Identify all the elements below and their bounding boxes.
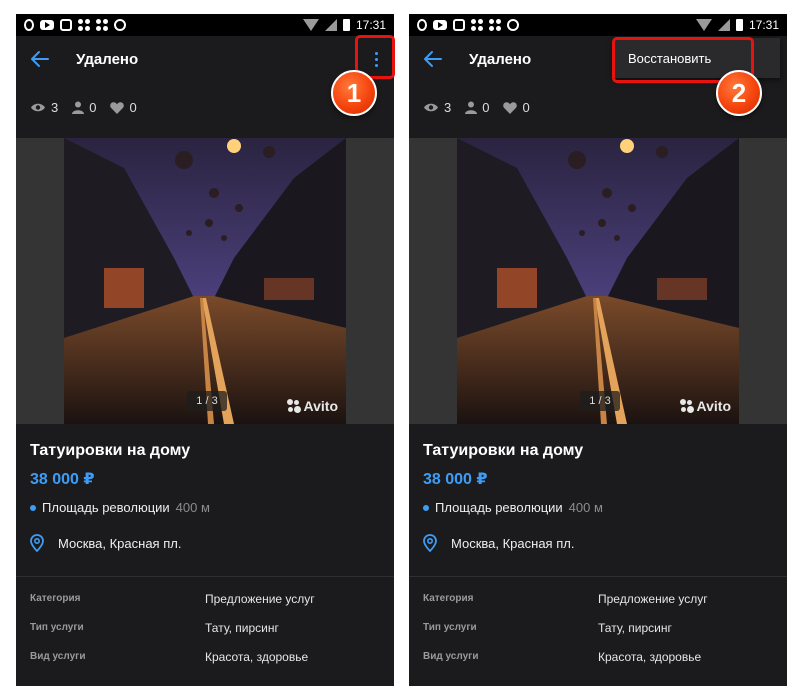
opera-icon bbox=[417, 19, 427, 31]
param-label: Тип услуги bbox=[423, 622, 477, 633]
avito-logo-icon bbox=[679, 399, 694, 413]
param-row-service-type: Тип услуги Тату, пирсинг bbox=[423, 621, 773, 635]
avito-watermark: Avito bbox=[679, 398, 731, 414]
ad-price: 38 000 ₽ bbox=[30, 471, 95, 488]
param-label: Вид услуги bbox=[423, 651, 479, 662]
metro-info: Площадь революции 400 м bbox=[30, 500, 210, 515]
divider bbox=[409, 576, 787, 577]
status-time: 17:31 bbox=[748, 18, 779, 32]
step-badge-2: 2 bbox=[716, 70, 762, 116]
heart-icon bbox=[503, 101, 518, 114]
street-night-photo bbox=[457, 138, 739, 424]
metro-info: Площадь революции 400 м bbox=[423, 500, 603, 515]
location-pin-icon bbox=[423, 534, 437, 552]
metro-station: Площадь революции bbox=[42, 500, 170, 515]
app-bar: Удалено bbox=[16, 36, 394, 82]
param-value: Тату, пирсинг bbox=[205, 621, 279, 635]
favorites-count: 0 bbox=[129, 100, 137, 115]
eye-icon bbox=[31, 103, 45, 112]
avito-logo-icon bbox=[286, 399, 301, 413]
metro-station: Площадь революции bbox=[435, 500, 563, 515]
param-row-service-type: Тип услуги Тату, пирсинг bbox=[30, 621, 380, 635]
back-arrow-icon[interactable] bbox=[30, 50, 50, 68]
eye-icon bbox=[424, 103, 438, 112]
app-icon bbox=[60, 19, 72, 31]
app-icon bbox=[453, 19, 465, 31]
address[interactable]: Москва, Красная пл. bbox=[30, 534, 181, 552]
person-icon bbox=[465, 101, 478, 114]
divider bbox=[16, 576, 394, 577]
location-pin-icon bbox=[30, 534, 44, 552]
param-row-service-kind: Вид услуги Красота, здоровье bbox=[423, 650, 773, 664]
signal-icon bbox=[717, 19, 730, 31]
ad-stats: 3 0 0 bbox=[30, 100, 137, 115]
metro-line-icon bbox=[423, 504, 429, 511]
opera-icon bbox=[24, 19, 34, 31]
street-night-photo bbox=[64, 138, 346, 424]
ad-price: 38 000 ₽ bbox=[423, 471, 488, 488]
param-label: Категория bbox=[30, 593, 81, 604]
avito-notification-icon bbox=[471, 19, 483, 31]
battery-icon bbox=[735, 19, 743, 31]
back-arrow-icon[interactable] bbox=[423, 50, 443, 68]
page-title: Удалено bbox=[76, 51, 139, 68]
youtube-icon bbox=[40, 20, 54, 30]
param-row-service-kind: Вид услуги Красота, здоровье bbox=[30, 650, 380, 664]
wifi-icon bbox=[695, 19, 712, 31]
image-counter: 1 / 3 bbox=[580, 391, 620, 411]
param-value: Предложение услуг bbox=[598, 592, 708, 606]
metro-distance: 400 м bbox=[175, 500, 210, 515]
avito-notification-icon bbox=[96, 19, 108, 31]
status-bar: 17:31 bbox=[409, 14, 787, 36]
avito-notification-icon bbox=[489, 19, 501, 31]
signal-icon bbox=[324, 19, 337, 31]
param-value: Красота, здоровье bbox=[205, 650, 309, 664]
address-text: Москва, Красная пл. bbox=[451, 535, 575, 551]
ad-stats: 3 0 0 bbox=[423, 100, 530, 115]
status-time: 17:31 bbox=[355, 18, 386, 32]
status-bar: 17:31 bbox=[16, 14, 394, 36]
step-badge-1: 1 bbox=[331, 70, 377, 116]
ad-photo: 1 / 3 Avito bbox=[457, 138, 739, 424]
param-label: Вид услуги bbox=[30, 651, 86, 662]
param-label: Категория bbox=[423, 593, 474, 604]
contacts-count: 0 bbox=[482, 100, 490, 115]
ad-title: Татуировки на дому bbox=[423, 442, 584, 459]
person-icon bbox=[72, 101, 85, 114]
youtube-icon bbox=[433, 20, 447, 30]
views-count: 3 bbox=[51, 100, 59, 115]
metro-distance: 400 м bbox=[568, 500, 603, 515]
avito-watermark-text: Avito bbox=[303, 398, 338, 414]
contacts-count: 0 bbox=[89, 100, 97, 115]
image-gallery[interactable]: 1 / 3 Avito bbox=[16, 138, 394, 424]
image-gallery[interactable]: 1 / 3 Avito bbox=[409, 138, 787, 424]
metro-line-icon bbox=[30, 504, 36, 511]
param-value: Тату, пирсинг bbox=[598, 621, 672, 635]
param-label: Тип услуги bbox=[30, 622, 84, 633]
wifi-icon bbox=[302, 19, 319, 31]
page-title: Удалено bbox=[469, 51, 532, 68]
avito-notification-icon bbox=[78, 19, 90, 31]
param-value: Красота, здоровье bbox=[598, 650, 702, 664]
favorites-count: 0 bbox=[522, 100, 530, 115]
ad-photo: 1 / 3 Avito bbox=[64, 138, 346, 424]
address[interactable]: Москва, Красная пл. bbox=[423, 534, 574, 552]
param-row-category: Категория Предложение услуг bbox=[423, 592, 773, 606]
views-count: 3 bbox=[444, 100, 452, 115]
shazam-icon bbox=[114, 19, 126, 31]
ad-title: Татуировки на дому bbox=[30, 442, 191, 459]
heart-icon bbox=[110, 101, 125, 114]
shazam-icon bbox=[507, 19, 519, 31]
battery-icon bbox=[342, 19, 350, 31]
param-value: Предложение услуг bbox=[205, 592, 315, 606]
avito-watermark-text: Avito bbox=[696, 398, 731, 414]
phone-screen-step-1: 17:31 Удалено 3 0 0 1 / 3 Avito Татуиров… bbox=[16, 14, 394, 686]
address-text: Москва, Красная пл. bbox=[58, 535, 182, 551]
avito-watermark: Avito bbox=[286, 398, 338, 414]
param-row-category: Категория Предложение услуг bbox=[30, 592, 380, 606]
image-counter: 1 / 3 bbox=[187, 391, 227, 411]
phone-screen-step-2: 17:31 Удалено Восстановить 3 0 0 1 / 3 A… bbox=[409, 14, 787, 686]
